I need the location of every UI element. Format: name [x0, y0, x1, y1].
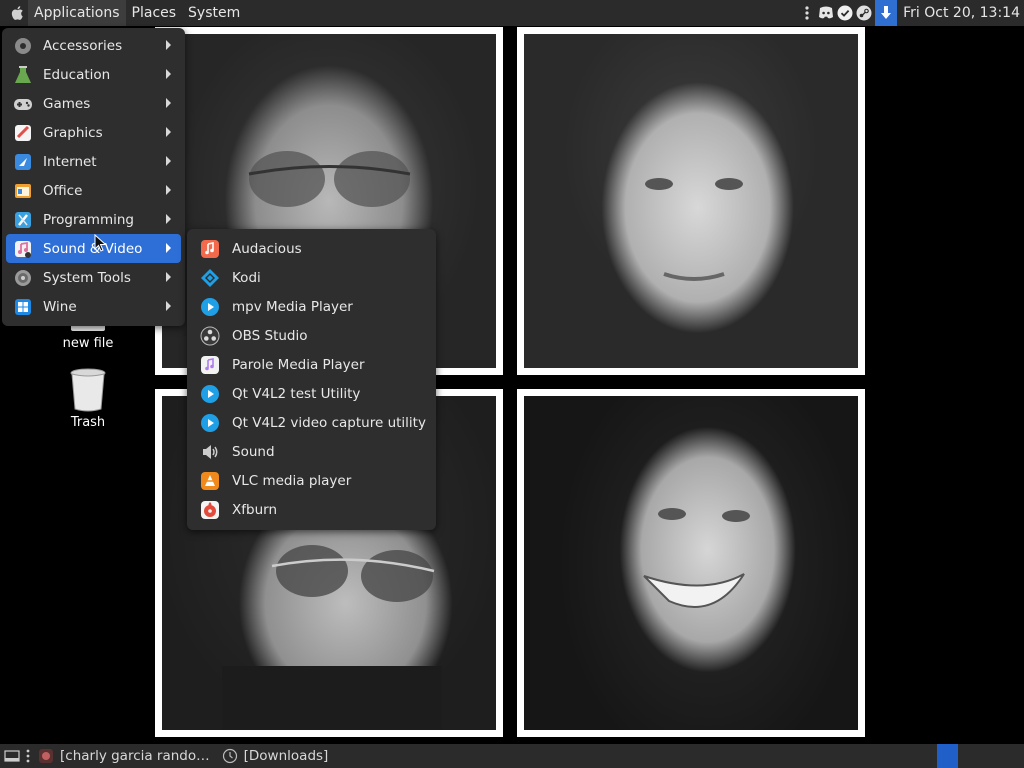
menu-item-education[interactable]: Education [6, 60, 181, 89]
submenu-item-label: mpv Media Player [232, 298, 353, 315]
mouse-cursor-icon [94, 234, 107, 252]
submenu-item-label: Kodi [232, 269, 261, 286]
check-circle-icon[interactable] [837, 5, 853, 21]
menu-item-graphics[interactable]: Graphics [6, 118, 181, 147]
panel-handle[interactable] [24, 744, 32, 768]
menu-item-label: Programming [43, 211, 134, 228]
submenu-item-label: VLC media player [232, 472, 352, 489]
submenu-item-parole[interactable]: Parole Media Player [191, 350, 432, 379]
submenu-item-qt-v4l2-capture[interactable]: Qt V4L2 video capture utility [191, 408, 432, 437]
download-icon[interactable] [875, 0, 898, 26]
system-tools-icon [12, 267, 34, 289]
submenu-item-obs[interactable]: OBS Studio [191, 321, 432, 350]
bottom-panel: [charly garcia rando… [Downloads] [0, 744, 1024, 768]
menu-item-label: Office [43, 182, 83, 199]
top-panel: Applications Places System Fri Oct 20, 1… [0, 0, 1024, 26]
submenu-item-mpv[interactable]: mpv Media Player [191, 292, 432, 321]
submenu-item-label: Parole Media Player [232, 356, 365, 373]
workspace-switcher[interactable] [937, 744, 958, 768]
qt-v4l2-icon [199, 383, 221, 405]
show-desktop-icon [4, 750, 20, 762]
parole-icon [199, 354, 221, 376]
qt-v4l2-capture-icon [199, 412, 221, 434]
dots-icon[interactable] [799, 5, 815, 21]
menu-item-wine[interactable]: Wine [6, 292, 181, 321]
taskbar-item-browser[interactable]: [charly garcia rando… [32, 744, 216, 768]
menu-item-label: Graphics [43, 124, 103, 141]
internet-icon [12, 151, 34, 173]
speaker-icon [199, 441, 221, 463]
menu-item-label: System Tools [43, 269, 131, 286]
discord-icon[interactable] [818, 5, 834, 21]
drag-handle-icon [26, 749, 30, 763]
audacious-icon [199, 238, 221, 260]
menu-item-office[interactable]: Office [6, 176, 181, 205]
submenu-item-label: Qt V4L2 video capture utility [232, 414, 426, 431]
desktop-photo-4 [517, 389, 865, 737]
xfburn-icon [199, 499, 221, 521]
menu-item-label: Wine [43, 298, 77, 315]
menu-item-label: Sound & Video [43, 240, 143, 257]
taskbar-item-label: [Downloads] [243, 748, 329, 764]
clock[interactable]: Fri Oct 20, 13:14 [901, 5, 1024, 21]
download-clock-icon [222, 748, 237, 764]
games-icon [12, 93, 34, 115]
menu-item-accessories[interactable]: Accessories [6, 31, 181, 60]
system-tray: Fri Oct 20, 13:14 [799, 0, 1024, 26]
applications-dropdown: Accessories Education Games Graphics Int… [2, 28, 185, 326]
browser-icon [39, 749, 53, 763]
menu-item-label: Education [43, 66, 111, 83]
desktop-photo-2 [517, 27, 865, 375]
submenu-item-label: Qt V4L2 test Utility [232, 385, 361, 402]
menu-item-system-tools[interactable]: System Tools [6, 263, 181, 292]
mpv-icon [199, 296, 221, 318]
menu-item-programming[interactable]: Programming [6, 205, 181, 234]
graphics-icon [12, 122, 34, 144]
programming-icon [12, 209, 34, 231]
system-menu[interactable]: System [182, 0, 246, 26]
submenu-item-label: Xfburn [232, 501, 277, 518]
taskbar-item-downloads[interactable]: [Downloads] [216, 744, 335, 768]
applications-menu[interactable]: Applications [28, 0, 126, 26]
sound-video-submenu: Audacious Kodi mpv Media Player OBS Stud… [187, 229, 436, 530]
menu-item-label: Internet [43, 153, 97, 170]
wine-icon [12, 296, 34, 318]
submenu-item-audacious[interactable]: Audacious [191, 234, 432, 263]
submenu-item-label: OBS Studio [232, 327, 308, 344]
desktop-icon-trash[interactable]: Trash [48, 367, 128, 430]
submenu-item-qt-v4l2-test[interactable]: Qt V4L2 test Utility [191, 379, 432, 408]
menu-item-label: Games [43, 95, 91, 112]
vlc-icon [199, 470, 221, 492]
places-menu[interactable]: Places [126, 0, 183, 26]
menu-item-internet[interactable]: Internet [6, 147, 181, 176]
obs-icon [199, 325, 221, 347]
submenu-item-label: Sound [232, 443, 275, 460]
kodi-icon [199, 267, 221, 289]
submenu-item-xfburn[interactable]: Xfburn [191, 495, 432, 524]
submenu-item-sound[interactable]: Sound [191, 437, 432, 466]
trash-icon [70, 368, 106, 412]
sound-video-icon [12, 238, 34, 260]
office-icon [12, 180, 34, 202]
menu-item-label: Accessories [43, 37, 123, 54]
accessories-icon [12, 35, 34, 57]
show-desktop-button[interactable] [0, 744, 24, 768]
taskbar-item-label: [charly garcia rando… [60, 748, 210, 764]
desktop-icon-label: Trash [70, 415, 106, 430]
steam-icon[interactable] [856, 5, 872, 21]
submenu-item-kodi[interactable]: Kodi [191, 263, 432, 292]
submenu-item-label: Audacious [232, 240, 302, 257]
education-icon [12, 64, 34, 86]
submenu-item-vlc[interactable]: VLC media player [191, 466, 432, 495]
menu-item-games[interactable]: Games [6, 89, 181, 118]
desktop-icon-label: new file [62, 336, 114, 351]
apple-icon[interactable] [10, 5, 24, 21]
